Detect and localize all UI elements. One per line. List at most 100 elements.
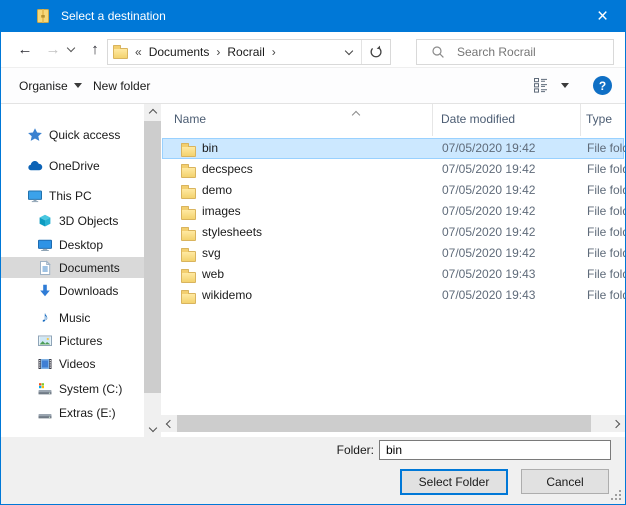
column-header-type[interactable]: Type — [581, 104, 625, 136]
file-date-modified: 07/05/2020 19:42 — [442, 223, 535, 242]
scrollbar-thumb[interactable] — [144, 121, 161, 393]
file-name: wikidemo — [202, 286, 252, 305]
page-title: Select a destination — [61, 1, 166, 32]
up-button[interactable]: ↑ — [82, 36, 108, 62]
chevron-down-icon — [74, 83, 82, 88]
cancel-button[interactable]: Cancel — [521, 469, 609, 494]
new-folder-button[interactable]: New folder — [93, 68, 150, 103]
back-button[interactable]: ← — [12, 36, 38, 62]
sidebar-item-3d-objects[interactable]: 3D Objects — [1, 210, 145, 231]
recent-locations-button[interactable] — [62, 36, 80, 62]
chevron-left-icon — [166, 419, 174, 427]
scroll-left-button[interactable] — [161, 415, 176, 432]
document-icon — [37, 260, 53, 276]
folder-icon — [181, 230, 196, 241]
view-options-button[interactable] — [534, 68, 554, 103]
sidebar-item-system-c[interactable]: System (C:) — [1, 378, 145, 399]
folder-icon — [181, 146, 196, 157]
file-date-modified: 07/05/2020 19:42 — [442, 181, 535, 200]
folder-input[interactable] — [379, 440, 611, 460]
file-name: demo — [202, 181, 232, 200]
table-row[interactable]: decspecs07/05/2020 19:42File folder — [162, 159, 624, 180]
drive-icon — [37, 405, 53, 421]
folder-icon — [181, 272, 196, 283]
table-row[interactable]: demo 07/05/2020 19:42 File folder — [162, 180, 624, 201]
download-arrow-icon — [37, 283, 53, 299]
scroll-up-button[interactable] — [144, 104, 161, 119]
column-header-date-modified[interactable]: Date modified — [433, 104, 581, 136]
sidebar-item-label: Documents — [59, 261, 120, 275]
file-name: stylesheets — [202, 223, 262, 242]
view-dropdown-button[interactable] — [561, 68, 569, 103]
column-header-name[interactable]: Name — [161, 104, 433, 136]
address-dropdown-button[interactable] — [337, 40, 361, 64]
file-name: images — [202, 202, 241, 221]
sidebar-item-label: Pictures — [59, 334, 102, 348]
back-icon: ← — [18, 42, 33, 57]
sidebar-item-label: System (C:) — [59, 382, 122, 396]
main-area: Quick access OneDrive This PC 3D Objects Des… — [1, 104, 625, 437]
sidebar-item-downloads[interactable]: Downloads — [1, 280, 145, 301]
sidebar-item-label: This PC — [49, 189, 92, 203]
file-type: File folder — [587, 202, 626, 221]
file-type: File folder — [587, 244, 626, 263]
file-date-modified: 07/05/2020 19:42 — [442, 244, 535, 263]
sidebar-scrollbar[interactable] — [144, 104, 161, 437]
sidebar-item-label: OneDrive — [49, 159, 100, 173]
sidebar-item-videos[interactable]: Videos — [1, 353, 145, 374]
file-date-modified: 07/05/2020 19:43 — [442, 286, 535, 305]
resize-grip[interactable] — [611, 490, 622, 501]
navigation-bar: ← → ↑ « Documents › Rocrail › — [1, 32, 625, 68]
breadcrumb-item-rocrail[interactable]: Rocrail — [227, 45, 264, 59]
table-row[interactable]: stylesheets 07/05/2020 19:42 File folder — [162, 222, 624, 243]
file-type: File folder — [587, 160, 626, 179]
file-date-modified: 07/05/2020 19:42 — [442, 139, 535, 158]
sidebar-item-pictures[interactable]: Pictures — [1, 330, 145, 351]
forward-icon: → — [46, 42, 61, 57]
table-row[interactable]: web07/05/2020 19:43File folder — [162, 264, 624, 285]
sidebar-item-this-pc[interactable]: This PC — [1, 185, 145, 206]
sidebar-item-label: Videos — [59, 357, 95, 371]
table-row[interactable]: images07/05/2020 19:42File folder — [162, 201, 624, 222]
sidebar-item-label: Desktop — [59, 238, 103, 252]
file-type: File folder — [587, 223, 626, 242]
sidebar-item-onedrive[interactable]: OneDrive — [1, 155, 145, 176]
file-type: File folder — [587, 286, 626, 305]
close-button[interactable]: × — [580, 1, 625, 32]
organise-button[interactable]: Organise — [19, 68, 82, 103]
search-icon — [431, 45, 445, 59]
table-row[interactable]: bin07/05/2020 19:42File folder — [162, 138, 624, 159]
table-row[interactable]: svg07/05/2020 19:42File folder — [162, 243, 624, 264]
file-name: web — [202, 265, 224, 284]
select-folder-button[interactable]: Select Folder — [400, 469, 508, 495]
file-date-modified: 07/05/2020 19:43 — [442, 265, 535, 284]
sidebar-item-desktop[interactable]: Desktop — [1, 234, 145, 255]
address-bar[interactable]: « Documents › Rocrail › — [107, 39, 391, 65]
sidebar-item-documents[interactable]: Documents — [1, 257, 145, 278]
titlebar: Select a destination × — [1, 1, 625, 32]
folder-icon — [181, 251, 196, 262]
sidebar-item-extras-e[interactable]: Extras (E:) — [1, 402, 145, 423]
sidebar-item-label: Quick access — [49, 128, 120, 142]
folder-icon — [181, 209, 196, 220]
sidebar-item-label: Downloads — [59, 284, 118, 298]
file-name: decspecs — [202, 160, 253, 179]
breadcrumb-item-documents[interactable]: Documents — [149, 45, 210, 59]
help-button[interactable]: ? — [593, 76, 612, 95]
search-box[interactable] — [416, 39, 614, 65]
sidebar-item-music[interactable]: ♪Music — [1, 307, 145, 328]
sidebar-item-quick-access[interactable]: Quick access — [1, 124, 145, 145]
folder-icon — [181, 188, 196, 199]
scrollbar-thumb[interactable] — [177, 415, 591, 432]
scroll-right-button[interactable] — [610, 415, 625, 432]
refresh-button[interactable] — [362, 40, 390, 64]
up-icon: ↑ — [91, 42, 99, 57]
scroll-down-button[interactable] — [144, 422, 161, 437]
chevron-down-icon — [67, 43, 75, 51]
details-view-icon — [534, 78, 554, 93]
table-row[interactable]: wikidemo 07/05/2020 19:43 File folder — [162, 285, 624, 306]
search-input[interactable] — [455, 44, 613, 60]
chevron-down-icon — [148, 424, 156, 432]
file-type: File folder — [587, 181, 626, 200]
horizontal-scrollbar[interactable] — [161, 415, 625, 432]
